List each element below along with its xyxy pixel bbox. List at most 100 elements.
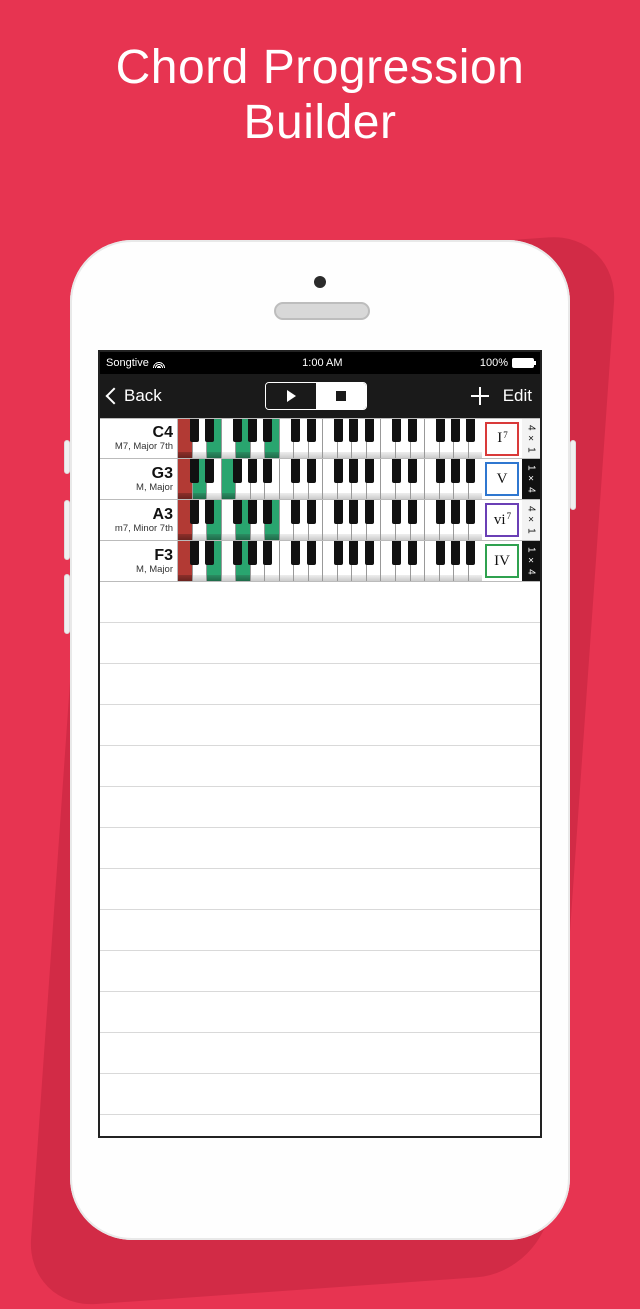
duration-cell[interactable]: 4 × 1 [522,500,540,540]
white-key [236,419,251,458]
root-note: G3 [152,466,173,482]
hero-line2: Builder [244,96,397,149]
play-icon [287,390,296,402]
white-key [178,500,193,540]
white-key [222,419,237,458]
root-note: C4 [153,425,173,441]
white-key [323,419,338,458]
roman-box: V [485,462,519,496]
white-key [352,459,367,499]
back-label: Back [124,386,162,406]
white-key [425,459,440,499]
play-stop-segmented [265,382,367,410]
duration-cell[interactable]: 1 × 4 [522,459,540,499]
roman-numeral: IV [494,553,510,570]
root-quality: M, Major [136,482,173,493]
roman-box: IV [485,544,519,578]
white-key [294,500,309,540]
root-quality: M7, Major 7th [115,441,173,452]
white-key [425,541,440,581]
white-key [222,541,237,581]
mini-keyboard[interactable] [178,459,482,499]
white-key [352,500,367,540]
white-key [251,459,266,499]
stop-icon [336,391,346,401]
duration-label: 4 × 1 [526,425,537,453]
roman-cell[interactable]: I7 [482,419,522,458]
duration-cell[interactable]: 1 × 4 [522,541,540,581]
battery-label: 100% [480,357,508,369]
chord-row[interactable]: F3M, Major IV 1 × 4 [100,541,540,582]
phone-frame: Songtive 1:00 AM 100% Back [70,240,570,1240]
white-key [338,459,353,499]
white-key [323,459,338,499]
chord-row[interactable]: C4M7, Major 7th I7 4 × 1 [100,418,540,459]
clock-label: 1:00 AM [302,357,342,369]
chevron-left-icon [106,388,123,405]
white-key [411,541,426,581]
white-key [178,419,193,458]
white-key [338,541,353,581]
white-key [309,541,324,581]
edit-button[interactable]: Edit [503,386,532,406]
white-key [236,541,251,581]
duration-label: 4 × 1 [526,506,537,534]
add-button[interactable] [471,387,489,405]
white-key [207,419,222,458]
duration-cell[interactable]: 4 × 1 [522,419,540,458]
roman-box: I7 [485,422,519,456]
back-button[interactable]: Back [108,386,162,406]
roman-box: vi7 [485,503,519,537]
white-key [440,500,455,540]
roman-cell[interactable]: V [482,459,522,499]
white-key [178,459,193,499]
chord-row[interactable]: A3m7, Minor 7th vi7 4 × 1 [100,500,540,541]
chord-row[interactable]: G3M, Major V1 × 4 [100,459,540,500]
roman-cell[interactable]: IV [482,541,522,581]
white-key [193,541,208,581]
root-note: A3 [153,507,173,523]
white-key [469,500,483,540]
nav-bar: Back Edit [100,374,540,418]
chord-rows: C4M7, Major 7thI74 × 1G3M, MajorV1 × 4A3… [100,418,540,582]
root-cell: F3M, Major [100,541,178,581]
white-key [193,459,208,499]
white-key [396,459,411,499]
roman-sup: 7 [503,430,508,440]
root-cell: G3M, Major [100,459,178,499]
white-key [265,419,280,458]
white-key [381,459,396,499]
stop-button[interactable] [316,383,366,409]
status-bar: Songtive 1:00 AM 100% [100,352,540,374]
mini-keyboard[interactable] [178,541,482,581]
white-key [323,500,338,540]
mini-keyboard[interactable] [178,500,482,540]
white-key [440,419,455,458]
white-key [309,500,324,540]
white-key [265,500,280,540]
roman-cell[interactable]: vi7 [482,500,522,540]
white-key [338,500,353,540]
white-key [396,419,411,458]
white-key [251,500,266,540]
white-key [396,541,411,581]
white-key [178,541,193,581]
white-key [381,500,396,540]
play-button[interactable] [266,383,316,409]
mini-keyboard[interactable] [178,419,482,458]
white-key [222,500,237,540]
white-key [251,419,266,458]
root-cell: A3m7, Minor 7th [100,500,178,540]
phone-side-button [570,440,576,510]
white-key [222,459,237,499]
white-key [367,419,382,458]
white-key [440,541,455,581]
white-key [469,541,483,581]
white-key [294,419,309,458]
white-key [454,500,469,540]
white-key [323,541,338,581]
white-key [207,500,222,540]
white-key [280,419,295,458]
root-quality: m7, Minor 7th [115,523,173,534]
phone-side-button [64,500,70,560]
